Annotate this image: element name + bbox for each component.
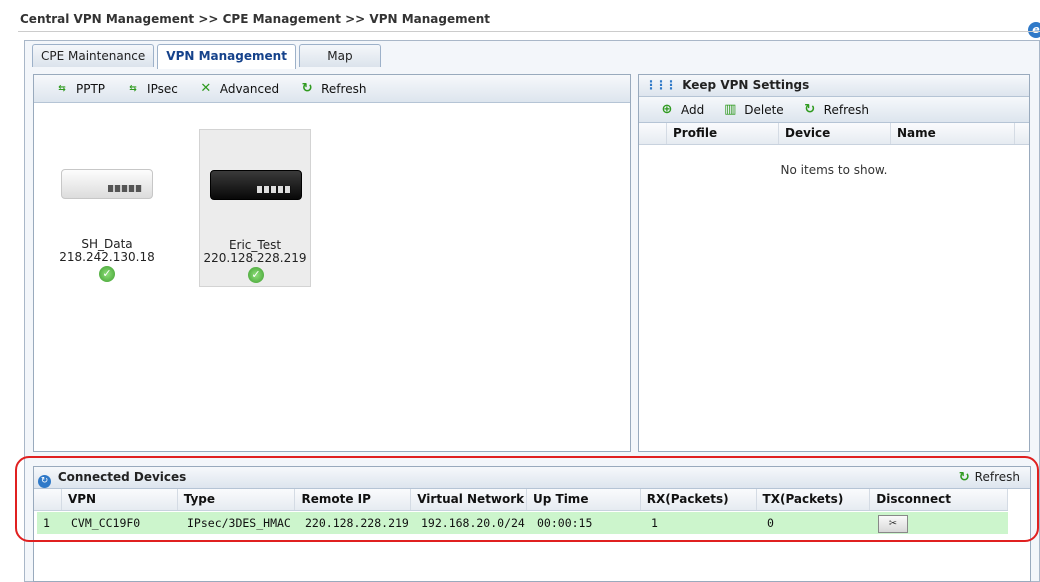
- connected-devices-panel: ↻ Connected Devices ↻ Refresh VPN Type R…: [33, 466, 1031, 582]
- advanced-button[interactable]: ✕ Advanced: [198, 80, 280, 96]
- device-toolbar: ⇆ PPTP ⇆ IPsec ✕ Advanced ↻ Refresh: [34, 75, 630, 103]
- device-ip: 220.128.228.219: [203, 251, 307, 265]
- row-disconnect: ✂: [875, 512, 1008, 534]
- col-index: [34, 489, 62, 510]
- col-device[interactable]: Device: [779, 123, 891, 144]
- keep-vpn-title: Keep VPN Settings: [682, 78, 810, 92]
- status-check-icon: ✓: [99, 266, 115, 282]
- connected-header: ↻ Connected Devices ↻ Refresh: [34, 467, 1030, 489]
- refresh-icon: ↻: [301, 80, 313, 96]
- col-spacer: [639, 123, 667, 144]
- help-icon[interactable]: e: [1028, 22, 1040, 38]
- refresh-icon: ↻: [958, 470, 970, 485]
- router-image: [61, 169, 153, 199]
- breadcrumb: Central VPN Management >> CPE Management…: [20, 12, 491, 26]
- advanced-label: Advanced: [219, 81, 280, 96]
- refresh-label: Refresh: [823, 102, 869, 117]
- delete-button[interactable]: ▥ Delete: [722, 101, 784, 117]
- refresh-icon: ↻: [804, 101, 816, 117]
- status-check-icon: ✓: [248, 267, 264, 283]
- delete-label: Delete: [744, 102, 784, 117]
- col-profile[interactable]: Profile: [667, 123, 779, 144]
- connected-grid-header: VPN Type Remote IP Virtual Network Up Ti…: [34, 489, 1009, 511]
- col-up-time[interactable]: Up Time: [527, 489, 641, 510]
- row-vpn: CVM_CC19F0: [71, 516, 141, 530]
- row-index: 1: [43, 516, 50, 530]
- col-rx[interactable]: RX(Packets): [641, 489, 757, 510]
- pptp-label: PPTP: [76, 81, 106, 96]
- connected-title: Connected Devices: [57, 470, 187, 484]
- tab-map[interactable]: Map: [298, 44, 381, 67]
- refresh-label: Refresh: [974, 470, 1020, 484]
- device-name: Eric_Test: [228, 238, 282, 252]
- refresh-label: Refresh: [321, 81, 367, 96]
- tab-bar: CPE Maintenance VPN Management Map: [32, 44, 381, 69]
- ipsec-icon: ⇆: [129, 83, 137, 94]
- keep-vpn-toolbar: ⊕ Add ▥ Delete ↻ Refresh: [639, 97, 1029, 123]
- col-disconnect[interactable]: Disconnect: [870, 489, 1009, 510]
- col-name[interactable]: Name: [891, 123, 1015, 144]
- connected-refresh-button[interactable]: ↻ Refresh: [959, 467, 1020, 488]
- row-virtual-network: 192.168.20.0/24: [421, 516, 525, 530]
- disconnect-button[interactable]: ✂: [878, 515, 908, 533]
- col-virtual-network[interactable]: Virtual Network: [411, 489, 527, 510]
- trash-icon: ▥: [724, 101, 737, 117]
- device-name: SH_Data: [81, 237, 133, 251]
- grid-icon: ⋮⋮⋮: [645, 78, 677, 92]
- row-up-time: 00:00:15: [537, 516, 593, 530]
- refresh-button[interactable]: ↻ Refresh: [299, 80, 367, 96]
- connected-icon: ↻: [38, 475, 51, 488]
- row-tx: 0: [767, 516, 774, 530]
- col-vpn[interactable]: VPN: [62, 489, 178, 510]
- empty-message: No items to show.: [780, 163, 888, 177]
- row-rx: 1: [651, 516, 658, 530]
- keep-vpn-grid-header: Profile Device Name: [639, 123, 1029, 145]
- device-ip: 218.242.130.18: [59, 250, 155, 264]
- device-tile-eric-test[interactable]: Eric_Test 220.128.228.219 ✓: [199, 129, 311, 287]
- router-image: [210, 170, 302, 200]
- top-divider: [18, 31, 1040, 32]
- add-button[interactable]: ⊕ Add: [659, 101, 705, 117]
- ipsec-label: IPsec: [147, 81, 178, 96]
- table-row[interactable]: 1 CVM_CC19F0 IPsec/3DES_HMAC 220.128.228…: [37, 512, 1008, 534]
- add-icon: ⊕: [661, 101, 673, 117]
- keep-vpn-header: ⋮⋮⋮ Keep VPN Settings: [639, 75, 1029, 97]
- tools-icon: ✕: [200, 80, 212, 96]
- pptp-button[interactable]: ⇆ PPTP: [54, 82, 105, 96]
- row-remote-ip: 220.128.228.219: [305, 516, 409, 530]
- tab-cpe-maintenance[interactable]: CPE Maintenance: [32, 44, 155, 67]
- keep-vpn-refresh-button[interactable]: ↻ Refresh: [802, 101, 869, 117]
- col-tx[interactable]: TX(Packets): [757, 489, 871, 510]
- device-pane: ⇆ PPTP ⇆ IPsec ✕ Advanced ↻ Refresh SH_D…: [33, 74, 631, 452]
- tab-vpn-management[interactable]: VPN Management: [157, 44, 296, 69]
- device-tile-sh-data[interactable]: SH_Data 218.242.130.18 ✓: [51, 129, 163, 287]
- keep-vpn-panel: ⋮⋮⋮ Keep VPN Settings ⊕ Add ▥ Delete ↻ R…: [638, 74, 1030, 452]
- add-label: Add: [681, 102, 705, 117]
- col-type[interactable]: Type: [178, 489, 296, 510]
- ipsec-button[interactable]: ⇆ IPsec: [125, 82, 178, 96]
- pptp-icon: ⇆: [58, 83, 66, 94]
- col-remote-ip[interactable]: Remote IP: [295, 489, 412, 510]
- row-type: IPsec/3DES_HMAC: [187, 516, 291, 530]
- disconnect-icon: ✂: [889, 516, 897, 531]
